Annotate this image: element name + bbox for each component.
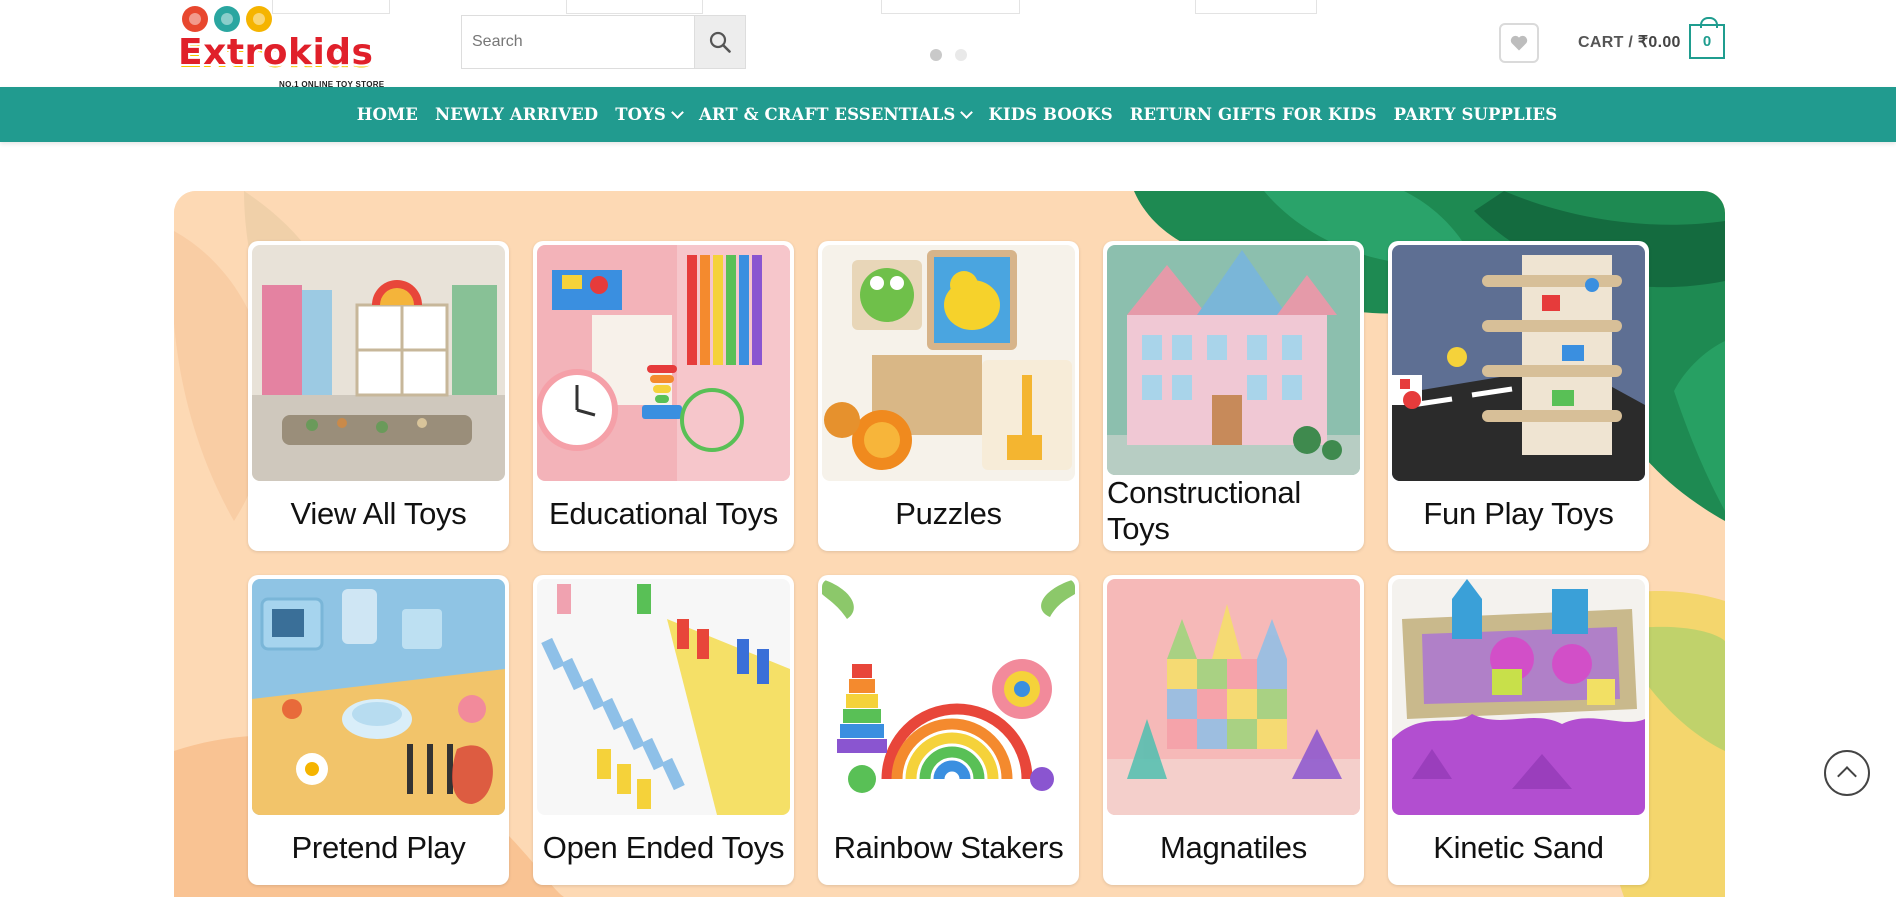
nav-item-label: KIDS BOOKS xyxy=(988,105,1113,124)
category-image xyxy=(252,245,505,481)
main-navigation: HOME NEWLY ARRIVED TOYS ART & CRAFT ESSE… xyxy=(0,87,1896,142)
slider-ghost-button xyxy=(1195,0,1317,14)
slider-dot-active[interactable] xyxy=(930,49,942,61)
category-card-view-all-toys[interactable]: View All Toys xyxy=(248,241,509,551)
category-card-puzzles[interactable]: Puzzles xyxy=(818,241,1079,551)
logo-badge-teal xyxy=(214,6,240,32)
category-label: Kinetic Sand xyxy=(1433,830,1604,865)
nav-item-label: RETURN GIFTS FOR KIDS xyxy=(1129,105,1377,124)
category-card-constructional-toys[interactable]: Constructional Toys xyxy=(1103,241,1364,551)
category-image xyxy=(1107,245,1360,475)
cart-amount: ₹0.00 xyxy=(1637,34,1681,51)
category-label: Fun Play Toys xyxy=(1423,496,1614,531)
category-label: Educational Toys xyxy=(548,496,778,531)
slider-dot[interactable] xyxy=(955,49,967,61)
category-label: Puzzles xyxy=(895,496,1002,531)
cart-label: CART / xyxy=(1578,34,1634,51)
category-image xyxy=(537,245,790,481)
heart-icon xyxy=(1510,35,1528,51)
category-card-rainbow-stakers[interactable]: Rainbow Stakers xyxy=(818,575,1079,885)
category-label: Rainbow Stakers xyxy=(833,830,1064,865)
search-input[interactable] xyxy=(462,16,695,68)
slider-ghost-button xyxy=(881,0,1020,14)
nav-item-return-gifts[interactable]: RETURN GIFTS FOR KIDS xyxy=(1130,105,1377,124)
search-button[interactable] xyxy=(694,16,745,68)
search-form xyxy=(461,15,746,69)
nav-item-label: TOYS xyxy=(615,105,666,124)
nav-item-label: NEWLY ARRIVED xyxy=(435,105,599,124)
category-label: Magnatiles xyxy=(1160,830,1307,865)
nav-item-toys[interactable]: TOYS xyxy=(615,105,684,124)
nav-item-art-craft[interactable]: ART & CRAFT ESSENTIALS xyxy=(698,105,974,124)
category-image xyxy=(252,579,505,815)
site-logo[interactable]: Extrokids NO.1 ONLINE TOY STORE xyxy=(176,2,392,89)
category-label: Open Ended Toys xyxy=(542,830,785,865)
nav-item-home[interactable]: HOME xyxy=(357,105,418,124)
cart-count: 0 xyxy=(1702,33,1712,50)
nav-item-newly-arrived[interactable]: NEWLY ARRIVED xyxy=(435,105,598,124)
category-card-open-ended-toys[interactable]: Open Ended Toys xyxy=(533,575,794,885)
logo-badge-red xyxy=(182,6,208,32)
category-image xyxy=(537,579,790,815)
category-image xyxy=(1107,579,1360,815)
chevron-down-icon xyxy=(671,105,684,119)
wishlist-button[interactable] xyxy=(1499,23,1539,63)
site-header: Extrokids NO.1 ONLINE TOY STORE CART / ₹… xyxy=(0,0,1896,89)
category-label: Pretend Play xyxy=(291,830,466,865)
category-image xyxy=(1392,579,1645,815)
back-to-top-button[interactable] xyxy=(1824,750,1870,796)
slider-ghost-button xyxy=(566,0,703,14)
category-card-magnatiles[interactable]: Magnatiles xyxy=(1103,575,1364,885)
category-banner: View All Toys Educational Toys Puzzles C… xyxy=(174,191,1725,897)
category-image xyxy=(822,579,1075,815)
magnifier-icon xyxy=(709,31,731,53)
chevron-up-icon xyxy=(1837,766,1857,786)
nav-item-label: PARTY SUPPLIES xyxy=(1393,105,1558,124)
chevron-down-icon xyxy=(960,105,974,119)
nav-item-label: ART & CRAFT ESSENTIALS xyxy=(698,105,956,124)
logo-wordmark: Extrokids xyxy=(178,32,374,73)
nav-item-kids-books[interactable]: KIDS BOOKS xyxy=(988,105,1112,124)
logo-badge-yellow xyxy=(246,6,272,32)
nav-item-label: HOME xyxy=(356,105,418,124)
category-card-pretend-play[interactable]: Pretend Play xyxy=(248,575,509,885)
category-image xyxy=(1392,245,1645,481)
category-label: View All Toys xyxy=(290,496,467,531)
category-label: Constructional Toys xyxy=(1107,475,1301,546)
cart-summary[interactable]: CART / ₹0.00 xyxy=(1578,32,1681,52)
category-image xyxy=(822,245,1075,481)
category-card-educational-toys[interactable]: Educational Toys xyxy=(533,241,794,551)
nav-item-party-supplies[interactable]: PARTY SUPPLIES xyxy=(1394,105,1558,124)
category-card-kinetic-sand[interactable]: Kinetic Sand xyxy=(1388,575,1649,885)
category-grid: View All Toys Educational Toys Puzzles C… xyxy=(248,241,1649,885)
category-card-fun-play-toys[interactable]: Fun Play Toys xyxy=(1388,241,1649,551)
cart-count-badge[interactable]: 0 xyxy=(1689,17,1725,59)
